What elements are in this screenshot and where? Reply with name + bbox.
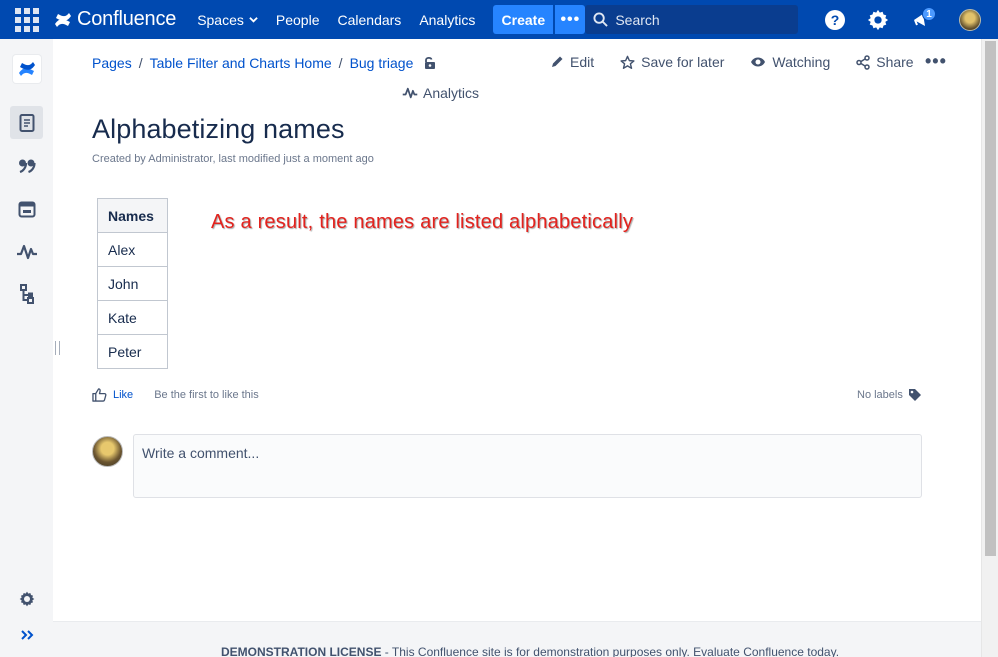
breadcrumb-separator: / — [138, 55, 143, 71]
pages-icon — [19, 113, 34, 132]
star-icon — [620, 55, 635, 69]
confluence-logo-icon — [19, 62, 35, 76]
expand-icon — [20, 629, 33, 640]
sidebar-rail — [0, 39, 53, 657]
tag-icon[interactable] — [908, 388, 922, 402]
sidebar-item-calendars[interactable] — [10, 192, 43, 225]
confluence-logo[interactable]: Confluence — [53, 0, 176, 39]
vertical-scrollbar[interactable] — [981, 39, 998, 657]
watching-label: Watching — [772, 54, 831, 70]
sidebar-expand[interactable] — [10, 618, 43, 651]
save-for-later-button[interactable]: Save for later — [620, 54, 724, 70]
lock-icon[interactable] — [423, 56, 437, 70]
share-icon — [856, 54, 870, 70]
like-bar: Like Be the first to like this — [92, 388, 259, 402]
chevron-down-icon — [249, 17, 258, 23]
license-notice: DEMONSTRATION LICENSE - This Confluence … — [221, 645, 839, 657]
labels-section: No labels — [857, 388, 922, 402]
table-cell: Peter — [97, 334, 168, 369]
analytics-rail-icon — [16, 244, 37, 259]
search-icon — [593, 12, 609, 27]
table-cell: Alex — [97, 232, 168, 267]
nav-spaces[interactable]: Spaces — [188, 0, 267, 39]
breadcrumb-pages[interactable]: Pages — [92, 55, 132, 71]
analytics-label: Analytics — [423, 85, 480, 101]
create-more-button[interactable]: ••• — [555, 5, 586, 34]
page-actions: Edit Save for later Watching Share — [550, 54, 940, 70]
table-cell: John — [97, 266, 168, 301]
nav-people[interactable]: People — [267, 0, 329, 39]
create-button[interactable]: Create — [493, 5, 554, 34]
sidebar-item-page-tree[interactable] — [10, 277, 43, 310]
profile-button[interactable] — [942, 0, 998, 39]
share-label: Share — [876, 54, 914, 70]
names-table: Names Alex John Kate Peter — [97, 198, 168, 369]
logo-text: Confluence — [77, 8, 177, 30]
eye-icon — [751, 57, 766, 67]
nav-calendars[interactable]: Calendars — [328, 0, 410, 39]
license-bold: DEMONSTRATION LICENSE — [221, 645, 382, 657]
tree-icon — [19, 283, 34, 304]
table-cell: Kate — [97, 300, 168, 335]
edit-icon — [552, 56, 563, 67]
sidebar-item-pages[interactable] — [10, 106, 43, 139]
avatar — [92, 436, 123, 467]
top-navigation-bar: Confluence Spaces People Calendars Analy… — [0, 0, 998, 39]
scrollbar-thumb[interactable] — [985, 41, 996, 556]
edit-label: Edit — [570, 54, 595, 70]
confluence-logo-icon — [55, 12, 71, 27]
sidebar-item-analytics[interactable] — [10, 235, 43, 268]
breadcrumb-space-home[interactable]: Table Filter and Charts Home — [150, 55, 332, 71]
settings-button[interactable] — [856, 0, 899, 39]
page-analytics-link[interactable]: Analytics — [402, 85, 479, 101]
comment-input[interactable]: Write a comment... — [133, 434, 922, 498]
calendar-icon — [18, 201, 35, 217]
like-summary: Be the first to like this — [154, 389, 259, 401]
sidebar-resize-handle[interactable] — [55, 341, 60, 355]
help-button[interactable]: ? — [813, 0, 856, 39]
quote-icon — [18, 159, 36, 173]
notification-count-badge: 1 — [922, 7, 936, 21]
help-icon: ? — [824, 9, 845, 30]
table-row: John — [97, 266, 168, 301]
edit-button[interactable]: Edit — [550, 54, 594, 70]
table-header-names[interactable]: Names — [97, 198, 168, 233]
breadcrumb-separator: / — [338, 55, 343, 71]
analytics-icon — [402, 87, 418, 99]
table-row: Peter — [97, 334, 168, 369]
breadcrumb: Pages / Table Filter and Charts Home / B… — [92, 55, 437, 71]
table-row: Alex — [97, 232, 168, 267]
table-row: Kate — [97, 300, 168, 335]
settings-icon — [867, 9, 888, 30]
more-actions-button[interactable]: ••• — [925, 51, 947, 72]
watching-button[interactable]: Watching — [750, 54, 830, 70]
avatar — [959, 8, 981, 31]
space-logo[interactable] — [13, 55, 41, 83]
search-placeholder: Search — [615, 11, 660, 28]
nav-analytics[interactable]: Analytics — [410, 0, 484, 39]
like-button[interactable]: Like — [113, 389, 133, 401]
like-icon[interactable] — [92, 388, 107, 402]
nav-spaces-label: Spaces — [197, 11, 244, 28]
footer: DEMONSTRATION LICENSE - This Confluence … — [53, 621, 981, 657]
sidebar-settings[interactable] — [10, 582, 43, 615]
search-input[interactable]: Search — [585, 5, 799, 34]
svg-text:?: ? — [830, 12, 839, 28]
license-text: - This Confluence site is for demonstrat… — [381, 645, 840, 657]
save-for-later-label: Save for later — [641, 54, 725, 70]
labels-text: No labels — [857, 389, 903, 401]
sidebar-item-blog[interactable] — [10, 149, 43, 182]
app-switcher-icon[interactable] — [0, 0, 53, 39]
page-title: Alphabetizing names — [92, 114, 345, 144]
share-button[interactable]: Share — [856, 54, 914, 70]
gear-icon — [19, 591, 34, 606]
notifications-button[interactable]: 1 — [899, 0, 942, 39]
breadcrumb-parent[interactable]: Bug triage — [350, 55, 414, 71]
page-byline: Created by Administrator, last modified … — [92, 153, 374, 165]
annotation-text: As a result, the names are listed alphab… — [211, 211, 634, 233]
